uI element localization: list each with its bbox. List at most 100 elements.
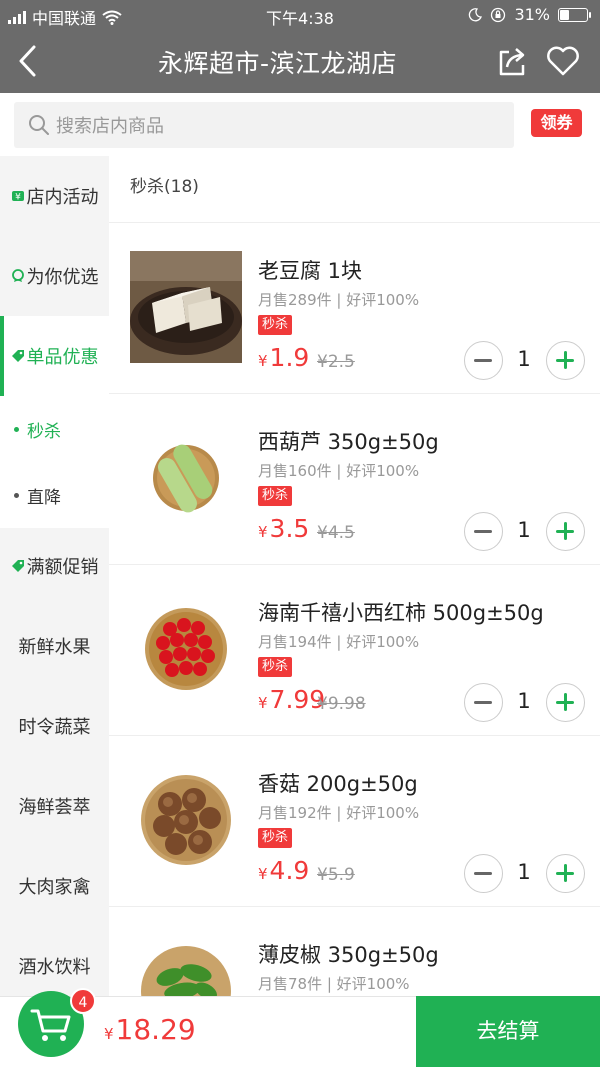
badge-icon [11,269,24,282]
battery-percent: 31% [514,5,550,24]
original-price: ¥4.5 [317,523,355,543]
sidebar-item-recommended[interactable]: 为你优选 [0,236,109,316]
product-name: 西葫芦 350g±50g [258,430,439,454]
decrease-button[interactable] [464,341,503,380]
sidebar-subitem-label: 直降 [27,487,61,508]
bullet-icon [14,492,19,498]
decrease-button[interactable] [464,854,503,893]
price-value: 4.9 [269,856,310,885]
flash-sale-badge: 秒杀 [258,657,293,677]
quantity-value: 1 [517,689,531,713]
product-name: 老豆腐 1块 [258,259,363,283]
sidebar-item-seafood[interactable]: 海鲜荟萃 [0,766,109,846]
store-title: 永辉超市-滨江龙湖店 [157,49,398,78]
product-price: ¥3.5 [258,514,309,543]
price-tag-icon [11,350,24,362]
sidebar-item-label: 海鲜荟萃 [18,797,91,818]
zucchini-image [130,422,242,534]
flash-sale-badge: 秒杀 [258,828,293,848]
sidebar-item-label: 店内活动 [26,187,99,208]
sidebar-item-threshold-promo[interactable]: 满额促销 [0,526,109,606]
sidebar-subitem-flash-sale[interactable]: 秒杀 [0,396,109,462]
product-card[interactable]: 香菇 200g±50g 月售192件 | 好评100% 秒杀 ¥4.9 ¥5.9… [109,736,600,907]
decrease-button[interactable] [464,683,503,722]
section-title: 秒杀(18) [130,177,199,197]
total-value: 18.29 [115,1013,196,1046]
increase-button[interactable] [546,341,585,380]
product-price: ¥7.99 [258,685,325,714]
product-card[interactable]: 海南千禧小西红柿 500g±50g 月售194件 | 好评100% 秒杀 ¥7.… [109,565,600,736]
sidebar-item-label: 满额促销 [26,557,99,578]
search-bar: 搜索店内商品 领券 [0,93,600,156]
search-placeholder: 搜索店内商品 [56,116,164,137]
battery-icon [558,7,591,22]
price-value: 1.9 [269,343,310,372]
share-icon[interactable] [495,46,527,78]
product-card[interactable]: 老豆腐 1块 月售289件 | 好评100% 秒杀 ¥1.9 ¥2.5 1 [109,223,600,394]
sidebar-item-single-discount[interactable]: 单品优惠 [0,316,109,396]
search-input[interactable]: 搜索店内商品 [14,102,514,148]
status-bar: 中国联通 下午4:38 31% [0,0,600,30]
product-sales: 月售194件 | 好评100% [258,633,420,651]
sidebar-subitem-label: 秒杀 [27,421,61,442]
sidebar-item-label: 单品优惠 [26,347,99,368]
nav-bar: 永辉超市-滨江龙湖店 [0,30,600,93]
original-price: ¥9.98 [317,694,366,714]
sidebar-item-label: 新鲜水果 [18,637,91,658]
increase-button[interactable] [546,854,585,893]
checkout-button[interactable]: 去结算 [416,996,600,1067]
increase-button[interactable] [546,683,585,722]
status-right: 31% [468,5,591,24]
price-tag-icon [11,560,24,572]
product-price: ¥4.9 [258,856,309,885]
increase-button[interactable] [546,512,585,551]
cart-count-badge: 4 [70,988,96,1014]
original-price: ¥5.9 [317,865,355,885]
original-price: ¥2.5 [317,352,355,372]
shiitake-image [130,764,242,876]
category-sidebar: ¥ 店内活动 为你优选 单品优惠 秒杀 直降 满额促销 新鲜水果 时令蔬菜 海鲜… [0,156,109,996]
product-list: 秒杀(18) 老豆腐 1块 月售289件 | 好评100% 秒杀 ¥1.9 ¥2… [109,156,600,996]
coupon-button[interactable]: 领券 [531,109,582,137]
flash-sale-badge: 秒杀 [258,486,293,506]
currency-symbol: ¥ [104,1025,114,1043]
currency-symbol: ¥ [258,352,268,370]
moon-icon [469,7,483,21]
product-sales: 月售289件 | 好评100% [258,291,420,309]
sidebar-item-meat-poultry[interactable]: 大肉家禽 [0,846,109,926]
green-pepper-image [130,935,242,996]
sidebar-item-label: 为你优选 [26,267,99,288]
product-price: ¥1.9 [258,343,309,372]
yen-tag-icon: ¥ [11,191,24,203]
product-name: 海南千禧小西红柿 500g±50g [258,601,544,625]
cart-total: ¥18.29 [104,1013,196,1046]
product-sales: 月售192件 | 好评100% [258,804,420,822]
currency-symbol: ¥ [258,865,268,883]
top-bar: 中国联通 下午4:38 31% 永辉超市-滨江龙湖店 [0,0,600,93]
product-name: 薄皮椒 350g±50g [258,943,439,967]
decrease-button[interactable] [464,512,503,551]
quantity-value: 1 [517,347,531,371]
product-card[interactable]: 西葫芦 350g±50g 月售160件 | 好评100% 秒杀 ¥3.5 ¥4.… [109,394,600,565]
product-card[interactable]: 薄皮椒 350g±50g 月售78件 | 好评100% [109,907,600,996]
sidebar-item-fruit[interactable]: 新鲜水果 [0,606,109,686]
search-icon [29,115,49,135]
product-sales: 月售78件 | 好评100% [258,975,410,993]
price-value: 3.5 [269,514,310,543]
sidebar-item-label: 时令蔬菜 [18,717,91,738]
heart-icon[interactable] [546,45,580,77]
sidebar-item-label: 酒水饮料 [18,957,91,978]
sidebar-subitem-price-drop[interactable]: 直降 [0,462,109,528]
currency-symbol: ¥ [258,523,268,541]
currency-symbol: ¥ [258,694,268,712]
product-name: 香菇 200g±50g [258,772,418,796]
product-sales: 月售160件 | 好评100% [258,462,420,480]
rotation-lock-icon [491,7,506,22]
sidebar-item-label: 大肉家禽 [18,877,91,898]
sidebar-item-store-events[interactable]: ¥ 店内活动 [0,156,109,236]
flash-sale-badge: 秒杀 [258,315,293,335]
svg-text:¥: ¥ [15,193,21,203]
sidebar-item-vegetables[interactable]: 时令蔬菜 [0,686,109,766]
quantity-value: 1 [517,518,531,542]
bullet-icon [14,426,19,432]
